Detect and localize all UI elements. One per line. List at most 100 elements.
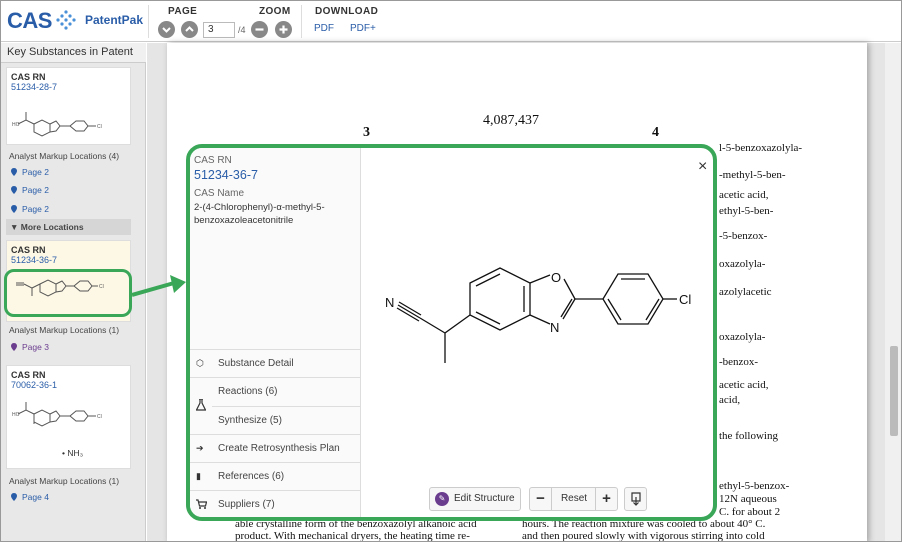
references-link[interactable]: ▮ References (6) xyxy=(190,462,360,490)
document-text-line: -methyl-5-ben- xyxy=(719,169,786,181)
cas-name-value: 2-(4-Chlorophenyl)-α-methyl-5-benzoxazol… xyxy=(194,202,325,226)
substance-card[interactable]: CAS RN 51234-28-7 HO Cl xyxy=(6,67,131,145)
document-text-line: and then poured slowly with vigorous sti… xyxy=(522,530,765,542)
cas-rn-label: CAS RN xyxy=(11,72,46,82)
structure-zoom-controls: − Reset + xyxy=(529,487,618,511)
menu-label: Create Retrosynthesis Plan xyxy=(218,443,340,454)
toolbar: CAS PatentPak PAGE 3 /4 ZOOM DOWNLOAD PD xyxy=(1,1,901,42)
salt-label: • NH₃ xyxy=(62,448,84,458)
download-icon xyxy=(630,492,641,506)
map-pin-icon xyxy=(11,186,17,194)
patent-number: 4,087,437 xyxy=(483,113,539,128)
location-link-page[interactable]: Page 2 xyxy=(11,167,49,177)
cas-rn-link[interactable]: 70062-36-1 xyxy=(7,380,130,390)
oxygen-atom: O xyxy=(551,270,561,285)
location-link-page[interactable]: Page 3 xyxy=(11,342,49,352)
location-link-page[interactable]: Page 2 xyxy=(11,185,49,195)
toolbar-divider xyxy=(301,5,302,38)
document-text-line: acetic acid, xyxy=(719,379,769,391)
substance-detail-link[interactable]: ⬡ Substance Detail xyxy=(190,349,360,377)
document-text-line: oxazolyla- xyxy=(719,331,766,343)
document-text-line: product. With mechanical dryers, the hea… xyxy=(235,530,470,542)
page-down-button[interactable] xyxy=(158,21,175,38)
menu-divider xyxy=(212,406,360,407)
zoom-in-button[interactable]: + xyxy=(595,488,617,510)
location-link-label: Page 2 xyxy=(22,204,49,214)
more-locations-toggle[interactable]: ▼ More Locations xyxy=(6,219,131,235)
nitrogen-atom: N xyxy=(550,320,559,335)
substance-info-panel: CAS RN 51234-36-7 CAS Name 2-(4-Chloroph… xyxy=(190,148,361,517)
pencil-icon: ✎ xyxy=(435,492,449,506)
location-link-page[interactable]: Page 2 xyxy=(11,204,49,214)
cas-rn-label: CAS RN xyxy=(11,370,46,380)
cas-logo[interactable]: CAS xyxy=(7,8,52,34)
location-link-label: Page 2 xyxy=(22,185,49,195)
cas-rn-link[interactable]: 51234-28-7 xyxy=(7,82,130,92)
scrollbar-thumb[interactable] xyxy=(890,346,898,436)
map-pin-icon xyxy=(11,168,17,176)
document-text-line: -5-benzox- xyxy=(719,230,768,242)
pdf-plus-download-link[interactable]: PDF+ xyxy=(350,23,376,34)
substance-card[interactable]: CAS RN 70062-36-1 HO Cl • NH₃ xyxy=(6,365,131,469)
cas-logo-mark-icon xyxy=(56,10,76,30)
zoom-out-button[interactable] xyxy=(251,21,268,38)
structure-thumbnail: HO Cl xyxy=(12,402,102,427)
structure-thumbnail: HO Cl xyxy=(12,112,102,137)
map-pin-icon xyxy=(11,343,17,351)
retrosynthesis-link[interactable]: ➔ Create Retrosynthesis Plan xyxy=(190,434,360,462)
document-text-line: ethyl-5-benzox- xyxy=(719,480,790,492)
synthesize-link[interactable]: Synthesize (5) xyxy=(218,415,282,426)
minus-icon xyxy=(255,28,264,31)
document-text-line: 12N aqueous xyxy=(719,493,777,505)
substance-popup: CAS RN 51234-36-7 CAS Name 2-(4-Chloroph… xyxy=(186,144,717,521)
retro-icon: ➔ xyxy=(196,443,204,453)
chlorine-atom: Cl xyxy=(679,292,691,307)
menu-label: Substance Detail xyxy=(218,358,294,369)
location-link-label: Page 4 xyxy=(22,492,49,502)
page-up-button[interactable] xyxy=(181,21,198,38)
document-text-line: -benzox- xyxy=(719,356,759,368)
chevron-down-icon xyxy=(162,27,171,33)
svg-text:Cl: Cl xyxy=(97,124,102,130)
cas-rn-label: CAS RN xyxy=(11,245,46,255)
vertical-scrollbar[interactable] xyxy=(885,43,901,541)
selected-structure-highlight xyxy=(4,269,132,317)
pdf-download-link[interactable]: PDF xyxy=(314,23,334,34)
page-number-input[interactable]: 3 xyxy=(203,22,235,38)
column-number-right: 4 xyxy=(652,125,659,140)
zoom-in-button[interactable] xyxy=(275,21,292,38)
zoom-label: ZOOM xyxy=(259,6,291,17)
zoom-out-button[interactable]: − xyxy=(530,488,552,510)
markup-locations-label: Analyst Markup Locations (4) xyxy=(9,151,120,161)
edit-structure-label: Edit Structure xyxy=(454,493,515,504)
download-label: DOWNLOAD xyxy=(315,6,379,17)
cas-rn-link[interactable]: 51234-36-7 xyxy=(7,255,130,265)
cart-icon xyxy=(196,499,208,511)
close-button[interactable]: × xyxy=(698,158,707,176)
map-pin-icon xyxy=(11,493,17,501)
toolbar-divider xyxy=(148,5,149,38)
cas-rn-link[interactable]: 51234-36-7 xyxy=(194,168,258,182)
chevron-up-icon xyxy=(185,26,194,32)
svg-text:Cl: Cl xyxy=(97,414,102,420)
cas-rn-label: CAS RN xyxy=(194,155,232,166)
page-total: /4 xyxy=(238,25,246,35)
menu-label: Suppliers (7) xyxy=(218,499,275,510)
reactions-link[interactable]: Reactions (6) xyxy=(218,386,277,397)
suppliers-link[interactable]: Suppliers (7) xyxy=(190,490,360,517)
download-structure-button[interactable] xyxy=(624,487,647,511)
reset-button[interactable]: Reset xyxy=(553,488,595,510)
location-link-page[interactable]: Page 4 xyxy=(11,492,49,502)
document-text-line: ethyl-5-ben- xyxy=(719,205,774,217)
chemical-structure[interactable]: O N N Cl xyxy=(365,243,705,373)
document-text-line: l-5-benzoxazolyla- xyxy=(719,142,803,154)
nitrile-nitrogen-atom: N xyxy=(385,295,394,310)
document-text-line: the following xyxy=(719,430,778,442)
sidebar-title: Key Substances in Patent xyxy=(1,43,146,63)
edit-structure-button[interactable]: ✎ Edit Structure xyxy=(429,487,521,511)
flask-icon xyxy=(195,398,207,413)
menu-label: References (6) xyxy=(218,471,285,482)
document-text-line: acid, xyxy=(719,394,741,406)
location-link-label: Page 3 xyxy=(22,342,49,352)
document-text-line: azolylacetic xyxy=(719,286,772,298)
